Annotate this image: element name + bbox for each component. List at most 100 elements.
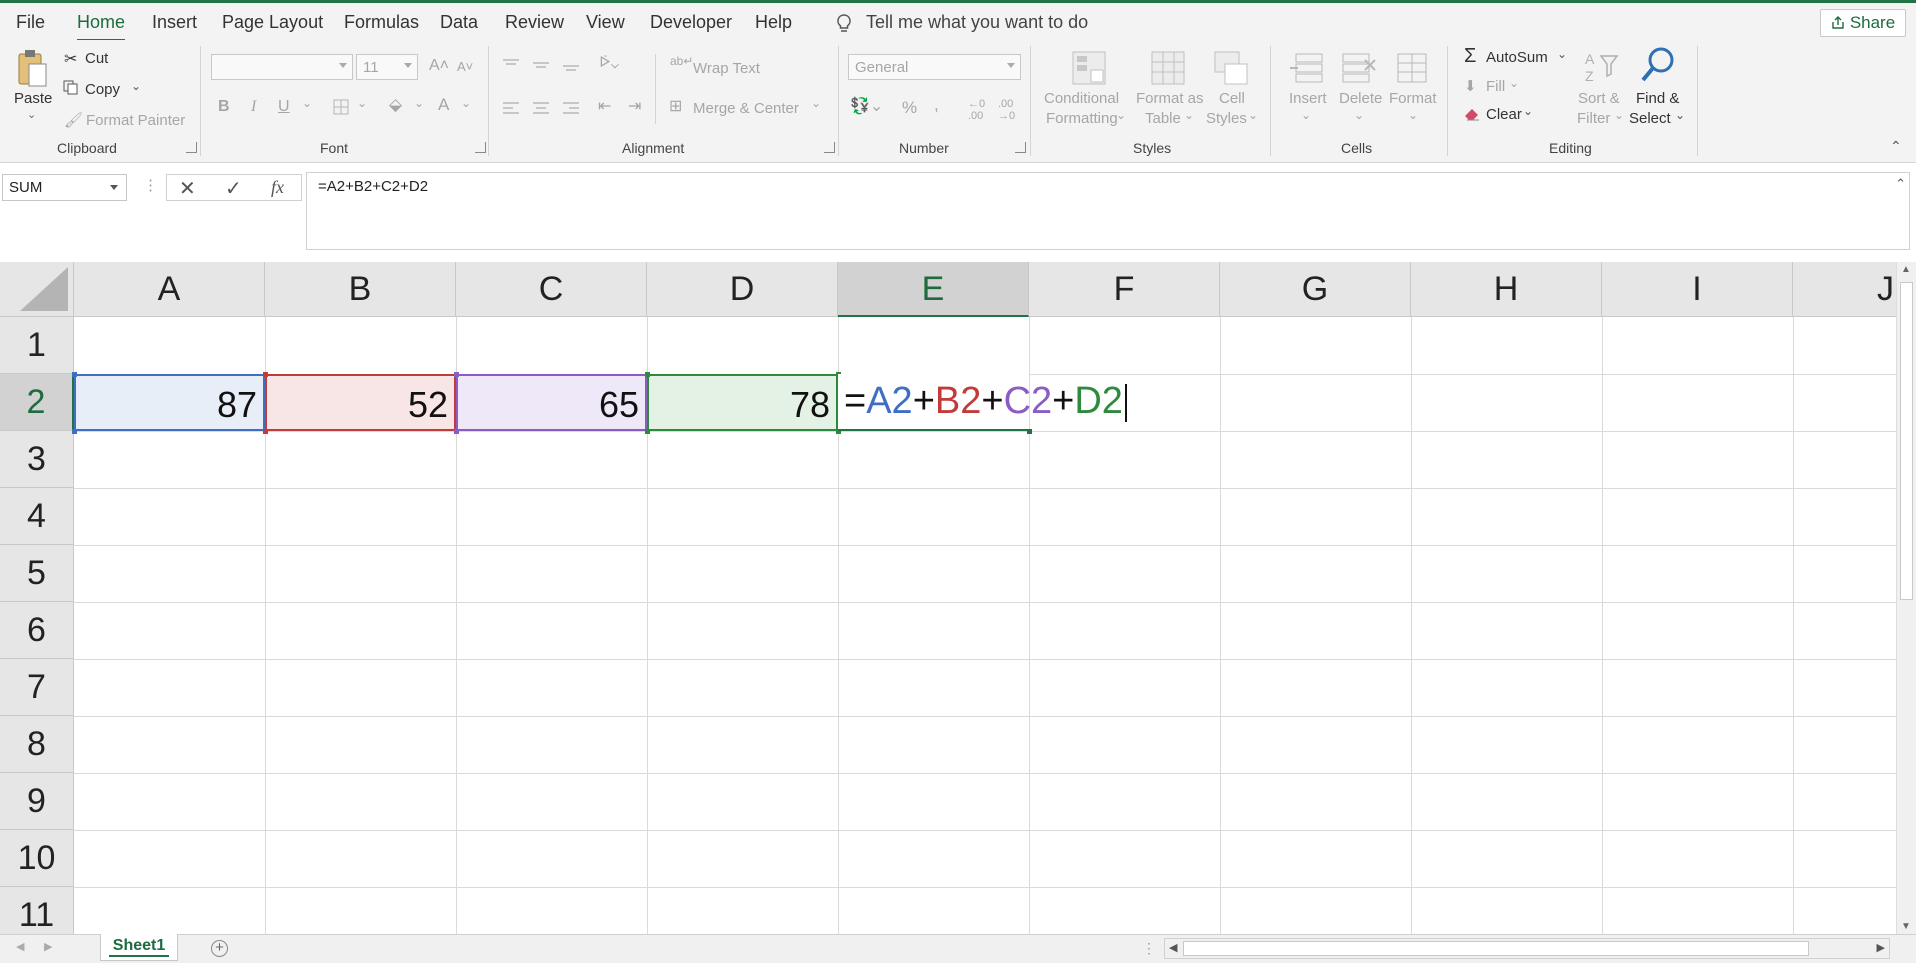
tab-data[interactable]: Data [440,12,478,33]
sort-dropdown-icon[interactable]: ⌄ [1614,108,1624,122]
tell-me-search[interactable]: Tell me what you want to do [866,12,1088,33]
column-header-a[interactable]: A [74,262,265,317]
sort-filter-button[interactable]: Sort & [1578,90,1620,107]
comma-style-icon[interactable]: , [934,95,939,115]
fill-button[interactable]: Fill [1486,78,1505,95]
insert-function-icon[interactable]: fx [271,177,284,198]
format-as-table-dropdown-icon[interactable]: ⌄ [1184,108,1194,122]
format-cells-button[interactable]: Format [1389,90,1437,107]
column-header-c[interactable]: C [456,262,647,317]
scroll-down-icon[interactable]: ▼ [1901,921,1911,932]
cell-a2[interactable]: 87 [74,374,265,431]
tab-home[interactable]: Home [77,12,126,42]
row-header-8[interactable]: 8 [0,716,74,773]
orientation-icon[interactable]: ᢰ⌄ [600,54,619,71]
decrease-indent-icon[interactable]: ⇤ [598,96,611,116]
range-handle[interactable] [263,372,268,377]
enter-check-icon[interactable]: ✓ [225,176,242,201]
underline-icon[interactable]: U [278,98,290,116]
paste-dropdown-icon[interactable]: ⌄ [27,108,36,121]
clipboard-launcher-icon[interactable] [186,142,197,153]
row-header-7[interactable]: 7 [0,659,74,716]
fill-dropdown-icon[interactable]: ⌄ [1509,76,1519,90]
row-header-1[interactable]: 1 [0,317,74,374]
clear-button[interactable]: Clear [1486,106,1522,123]
split-handle-icon[interactable]: ⋮ [1142,940,1156,957]
name-box[interactable]: SUM [2,174,127,201]
font-size-combo[interactable]: 11 [356,54,418,80]
tab-formulas[interactable]: Formulas [344,12,419,33]
vertical-scroll-thumb[interactable] [1900,282,1913,600]
cell-b2[interactable]: 52 [265,374,456,431]
decrease-decimal-icon[interactable]: .00 →0 [998,98,1015,122]
row-header-10[interactable]: 10 [0,830,74,887]
conditional-formatting-button[interactable]: Conditional [1044,90,1119,107]
range-handle[interactable] [72,372,77,377]
more-options-icon[interactable]: ⋮ [143,176,158,194]
delete-dropdown-icon[interactable]: ⌄ [1354,108,1364,122]
expand-formula-bar-icon[interactable]: ⌃ [1895,176,1906,192]
copy-dropdown-icon[interactable]: ⌄ [131,79,141,93]
row-header-6[interactable]: 6 [0,602,74,659]
borders-dropdown-icon[interactable]: ⌄ [357,96,367,110]
add-sheet-icon[interactable]: + [211,940,228,957]
accounting-format-icon[interactable]: 💱⌄ [850,96,883,116]
cancel-icon[interactable]: ✕ [179,176,196,201]
column-header-d[interactable]: D [647,262,838,317]
fill-color-dropdown-icon[interactable]: ⌄ [414,96,424,110]
horizontal-align-icons[interactable] [503,101,593,115]
increase-decimal-icon[interactable]: ←0.00 [968,98,985,122]
tab-help[interactable]: Help [755,12,792,33]
vertical-align-icons[interactable] [503,58,593,72]
horizontal-scroll-thumb[interactable] [1183,941,1809,956]
range-handle[interactable] [263,429,268,434]
underline-dropdown-icon[interactable]: ⌄ [302,96,312,110]
column-header-i[interactable]: I [1602,262,1793,317]
insert-cells-button[interactable]: Insert [1289,90,1327,107]
collapse-ribbon-icon[interactable]: ⌃ [1890,138,1902,155]
range-handle[interactable] [454,429,459,434]
copy-button[interactable]: Copy [85,81,120,98]
row-header-5[interactable]: 5 [0,545,74,602]
prev-sheet-icon[interactable]: ◀ [16,940,24,953]
scroll-left-icon[interactable]: ◀ [1169,941,1177,954]
cut-button[interactable]: Cut [85,50,108,67]
percent-icon[interactable]: % [902,98,917,118]
scroll-up-icon[interactable]: ▲ [1901,264,1911,275]
range-handle[interactable] [72,429,77,434]
number-launcher-icon[interactable] [1015,142,1026,153]
wrap-text-button[interactable]: Wrap Text [693,60,760,77]
borders-icon[interactable] [333,99,349,115]
find-select-button[interactable]: Find & [1636,90,1679,107]
cell-d2[interactable]: 78 [647,374,838,431]
format-painter-button[interactable]: Format Painter [86,112,185,129]
format-as-table-label[interactable]: Table [1145,110,1181,127]
increase-indent-icon[interactable]: ⇥ [628,96,641,116]
conditional-formatting-label[interactable]: Formatting [1046,110,1118,127]
vertical-scrollbar[interactable]: ▲ ▼ [1896,262,1916,934]
share-button[interactable]: Share [1820,9,1906,37]
autosum-dropdown-icon[interactable]: ⌄ [1557,47,1567,61]
font-color-dropdown-icon[interactable]: ⌄ [461,96,471,110]
insert-dropdown-icon[interactable]: ⌄ [1301,108,1311,122]
cell-c2[interactable]: 65 [456,374,647,431]
scroll-right-icon[interactable]: ▶ [1877,941,1885,954]
column-header-b[interactable]: B [265,262,456,317]
merge-dropdown-icon[interactable]: ⌄ [811,96,821,110]
fill-color-icon[interactable]: ⬙ [389,95,402,115]
tab-review[interactable]: Review [505,12,564,33]
column-header-h[interactable]: H [1411,262,1602,317]
italic-icon[interactable]: I [251,98,256,116]
column-header-j[interactable]: J [1793,262,1896,317]
clear-dropdown-icon[interactable]: ⌄ [1523,104,1533,118]
column-header-f[interactable]: F [1029,262,1220,317]
row-header-2[interactable]: 2 [0,374,74,431]
tab-insert[interactable]: Insert [152,12,197,33]
sheet-tab-sheet1[interactable]: Sheet1 [100,934,178,961]
font-launcher-icon[interactable] [475,142,486,153]
delete-cells-button[interactable]: Delete [1339,90,1382,107]
bold-icon[interactable]: B [218,98,230,116]
font-name-combo[interactable] [211,54,353,80]
sort-filter-label[interactable]: Filter [1577,110,1610,127]
tab-developer[interactable]: Developer [650,12,732,33]
